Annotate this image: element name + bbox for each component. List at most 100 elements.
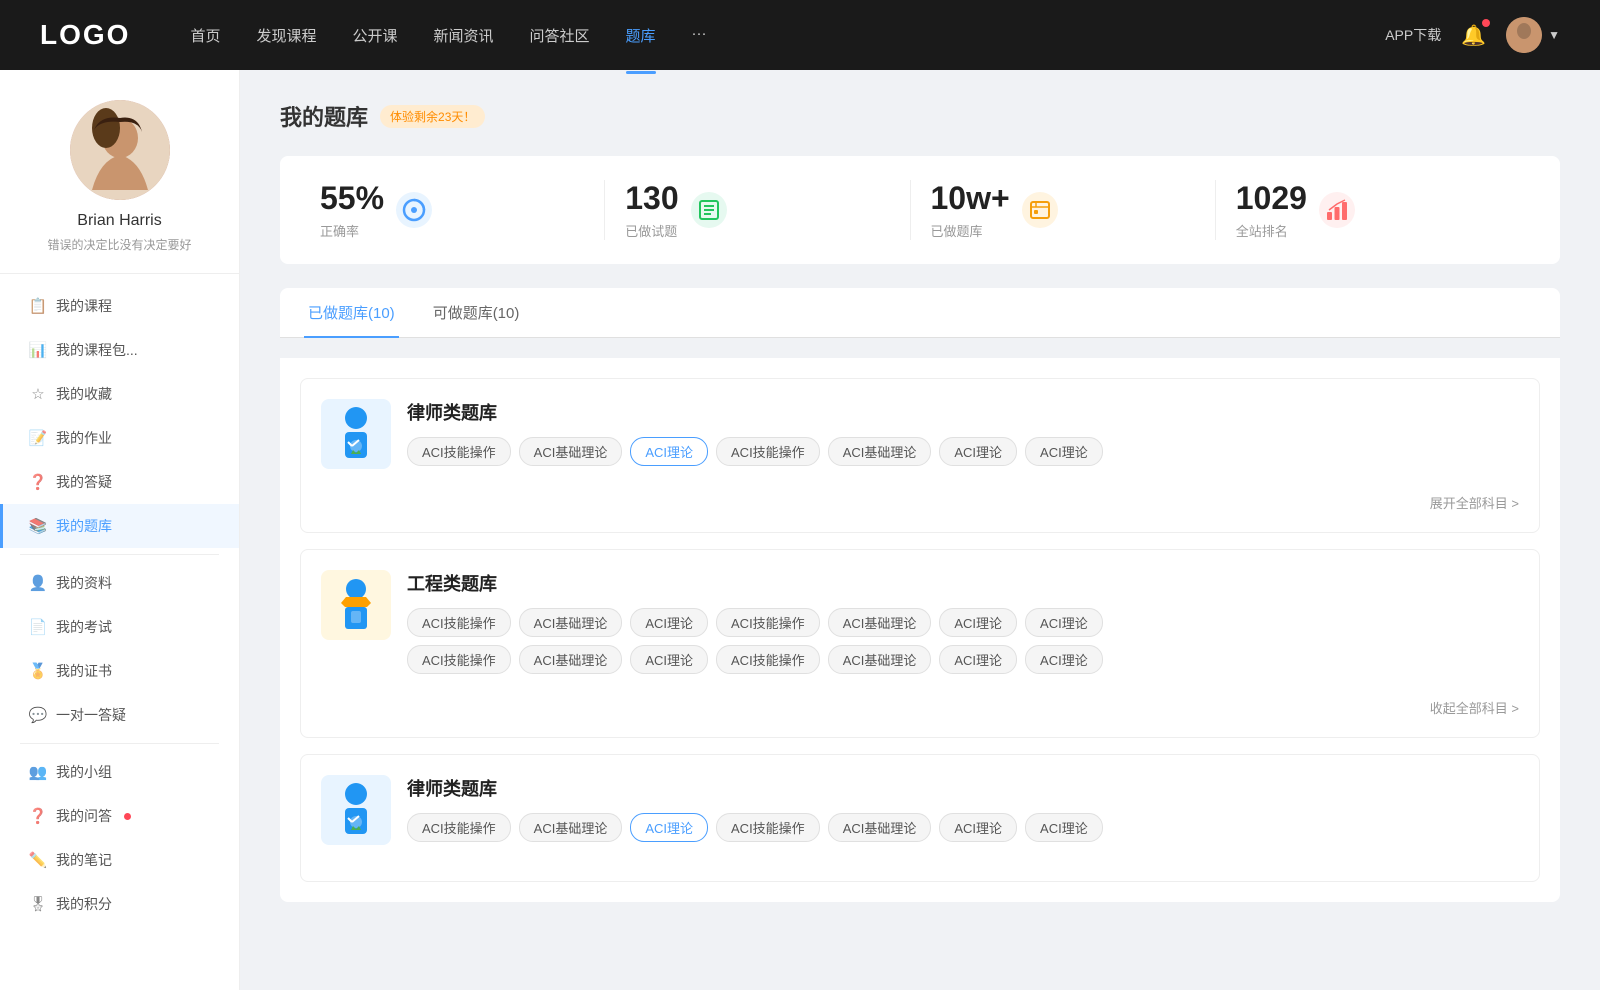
nav-qbank[interactable]: 题库 bbox=[626, 21, 656, 50]
stat-accuracy: 55% 正确率 bbox=[320, 180, 605, 240]
qbank-tag-active[interactable]: ACI理论 bbox=[630, 437, 708, 466]
rank-icon bbox=[1319, 192, 1355, 228]
nav-more[interactable]: ··· bbox=[692, 21, 707, 50]
qbank-tag[interactable]: ACI基础理论 bbox=[519, 645, 623, 674]
sidebar-item-certificate[interactable]: 🏅 我的证书 bbox=[0, 649, 239, 693]
sidebar-item-my-qa[interactable]: ❓ 我的问答 bbox=[0, 794, 239, 838]
qbank-tag[interactable]: ACI技能操作 bbox=[407, 437, 511, 466]
nav-opencourse[interactable]: 公开课 bbox=[352, 21, 397, 50]
sidebar-item-course-package[interactable]: 📊 我的课程包... bbox=[0, 328, 239, 372]
sidebar-item-homework[interactable]: 📝 我的作业 bbox=[0, 416, 239, 460]
qbank-tag[interactable]: ACI理论 bbox=[630, 608, 708, 637]
my-qa-icon: ❓ bbox=[30, 808, 46, 824]
qbank-tag[interactable]: ACI技能操作 bbox=[407, 813, 511, 842]
tabs-bar: 已做题库(10) 可做题库(10) bbox=[280, 288, 1560, 338]
sidebar-item-qbank[interactable]: 📚 我的题库 bbox=[0, 504, 239, 548]
star-icon: ☆ bbox=[30, 386, 46, 402]
navbar: LOGO 首页 发现课程 公开课 新闻资讯 问答社区 题库 ··· APP下载 … bbox=[0, 0, 1600, 70]
sidebar-item-profile[interactable]: 👤 我的资料 bbox=[0, 561, 239, 605]
done-banks-label: 已做题库 bbox=[931, 221, 1010, 240]
qbank-list: 律师类题库 ACI技能操作 ACI基础理论 ACI理论 ACI技能操作 ACI基… bbox=[280, 358, 1560, 902]
sidebar-item-group[interactable]: 👥 我的小组 bbox=[0, 750, 239, 794]
app-download-btn[interactable]: APP下载 bbox=[1385, 25, 1441, 45]
sidebar-item-points[interactable]: 🎖 我的积分 bbox=[0, 882, 239, 926]
qbank-avatar-2 bbox=[321, 775, 391, 845]
qbank-tag[interactable]: ACI技能操作 bbox=[407, 608, 511, 637]
qbank-tag[interactable]: ACI基础理论 bbox=[828, 645, 932, 674]
sidebar-item-exam[interactable]: 📄 我的考试 bbox=[0, 605, 239, 649]
logo[interactable]: LOGO bbox=[40, 19, 130, 51]
tab-done-banks[interactable]: 已做题库(10) bbox=[304, 288, 399, 337]
page-header: 我的题库 体验剩余23天！ bbox=[280, 100, 1560, 132]
rank-value: 1029 bbox=[1236, 180, 1307, 217]
qbank-title-2: 律师类题库 bbox=[407, 775, 1519, 801]
qbank-tag[interactable]: ACI技能操作 bbox=[716, 813, 820, 842]
done-banks-value: 10w+ bbox=[931, 180, 1010, 217]
nav-home[interactable]: 首页 bbox=[190, 21, 220, 50]
qbank-tag[interactable]: ACI理论 bbox=[1025, 608, 1103, 637]
qbank-tags-1-row1: ACI技能操作 ACI基础理论 ACI理论 ACI技能操作 ACI基础理论 AC… bbox=[407, 608, 1519, 637]
nav-discover[interactable]: 发现课程 bbox=[256, 21, 316, 50]
menu-divider-1 bbox=[20, 554, 219, 555]
profile-icon: 👤 bbox=[30, 575, 46, 591]
qbank-tag[interactable]: ACI理论 bbox=[939, 437, 1017, 466]
qbank-tag[interactable]: ACI技能操作 bbox=[716, 645, 820, 674]
sidebar-item-notes[interactable]: ✏️ 我的笔记 bbox=[0, 838, 239, 882]
qbank-tag[interactable]: ACI技能操作 bbox=[716, 437, 820, 466]
qbank-tags-0: ACI技能操作 ACI基础理论 ACI理论 ACI技能操作 ACI基础理论 AC… bbox=[407, 437, 1519, 466]
accuracy-label: 正确率 bbox=[320, 221, 384, 240]
qa-dot-badge bbox=[124, 813, 131, 820]
qbank-tag[interactable]: ACI基础理论 bbox=[828, 608, 932, 637]
collapse-link-1[interactable]: 收起全部科目 > bbox=[321, 690, 1519, 717]
menu-divider-2 bbox=[20, 743, 219, 744]
navbar-avatar bbox=[1506, 17, 1542, 53]
done-banks-icon bbox=[1022, 192, 1058, 228]
qbank-avatar-0 bbox=[321, 399, 391, 469]
rank-label: 全站排名 bbox=[1236, 221, 1307, 240]
course-package-icon: 📊 bbox=[30, 342, 46, 358]
nav-news[interactable]: 新闻资讯 bbox=[434, 21, 494, 50]
qbank-tag[interactable]: ACI基础理论 bbox=[519, 437, 623, 466]
qbank-title-1: 工程类题库 bbox=[407, 570, 1519, 596]
qbank-main: 已做题库(10) 可做题库(10) bbox=[280, 288, 1560, 902]
qbank-tag[interactable]: ACI基础理论 bbox=[828, 813, 932, 842]
qbank-icon: 📚 bbox=[30, 518, 46, 534]
qbank-tag[interactable]: ACI理论 bbox=[1025, 437, 1103, 466]
sidebar-item-qa[interactable]: ❓ 我的答疑 bbox=[0, 460, 239, 504]
qbank-tag[interactable]: ACI基础理论 bbox=[828, 437, 932, 466]
qbank-tag[interactable]: ACI理论 bbox=[1025, 813, 1103, 842]
stats-bar: 55% 正确率 130 已做试题 bbox=[280, 156, 1560, 264]
qbank-card-2: 律师类题库 ACI技能操作 ACI基础理论 ACI理论 ACI技能操作 ACI基… bbox=[300, 754, 1540, 882]
expand-link-0[interactable]: 展开全部科目 > bbox=[321, 485, 1519, 512]
navbar-right: APP下载 🔔 ▼ bbox=[1385, 17, 1560, 53]
sidebar: Brian Harris 错误的决定比没有决定要好 📋 我的课程 📊 我的课程包… bbox=[0, 70, 240, 990]
sidebar-item-my-course[interactable]: 📋 我的课程 bbox=[0, 284, 239, 328]
notes-icon: ✏️ bbox=[30, 852, 46, 868]
qbank-tag[interactable]: ACI理论 bbox=[939, 645, 1017, 674]
qbank-card-1: 工程类题库 ACI技能操作 ACI基础理论 ACI理论 ACI技能操作 ACI基… bbox=[300, 549, 1540, 738]
qbank-tag-active[interactable]: ACI理论 bbox=[630, 813, 708, 842]
exam-icon: 📄 bbox=[30, 619, 46, 635]
qbank-tag[interactable]: ACI技能操作 bbox=[407, 645, 511, 674]
qbank-tag[interactable]: ACI理论 bbox=[939, 813, 1017, 842]
main-content: 我的题库 体验剩余23天！ 55% 正确率 bbox=[240, 70, 1600, 990]
stat-rank: 1029 全站排名 bbox=[1216, 180, 1520, 240]
qbank-title-0: 律师类题库 bbox=[407, 399, 1519, 425]
qbank-tag[interactable]: ACI基础理论 bbox=[519, 813, 623, 842]
sidebar-item-favorites[interactable]: ☆ 我的收藏 bbox=[0, 372, 239, 416]
qbank-tag[interactable]: ACI理论 bbox=[939, 608, 1017, 637]
tab-available-banks[interactable]: 可做题库(10) bbox=[429, 288, 524, 337]
qbank-tag[interactable]: ACI理论 bbox=[1025, 645, 1103, 674]
qbank-tag[interactable]: ACI基础理论 bbox=[519, 608, 623, 637]
points-icon: 🎖 bbox=[30, 896, 46, 912]
qbank-tag[interactable]: ACI技能操作 bbox=[716, 608, 820, 637]
nav-qa[interactable]: 问答社区 bbox=[530, 21, 590, 50]
profile-section: Brian Harris 错误的决定比没有决定要好 bbox=[0, 100, 239, 274]
certificate-icon: 🏅 bbox=[30, 663, 46, 679]
notification-bell[interactable]: 🔔 bbox=[1461, 23, 1486, 48]
main-layout: Brian Harris 错误的决定比没有决定要好 📋 我的课程 📊 我的课程包… bbox=[0, 70, 1600, 990]
sidebar-item-one-on-one[interactable]: 💬 一对一答疑 bbox=[0, 693, 239, 737]
user-avatar-menu[interactable]: ▼ bbox=[1506, 17, 1560, 53]
page-title: 我的题库 bbox=[280, 100, 368, 132]
qbank-tag[interactable]: ACI理论 bbox=[630, 645, 708, 674]
